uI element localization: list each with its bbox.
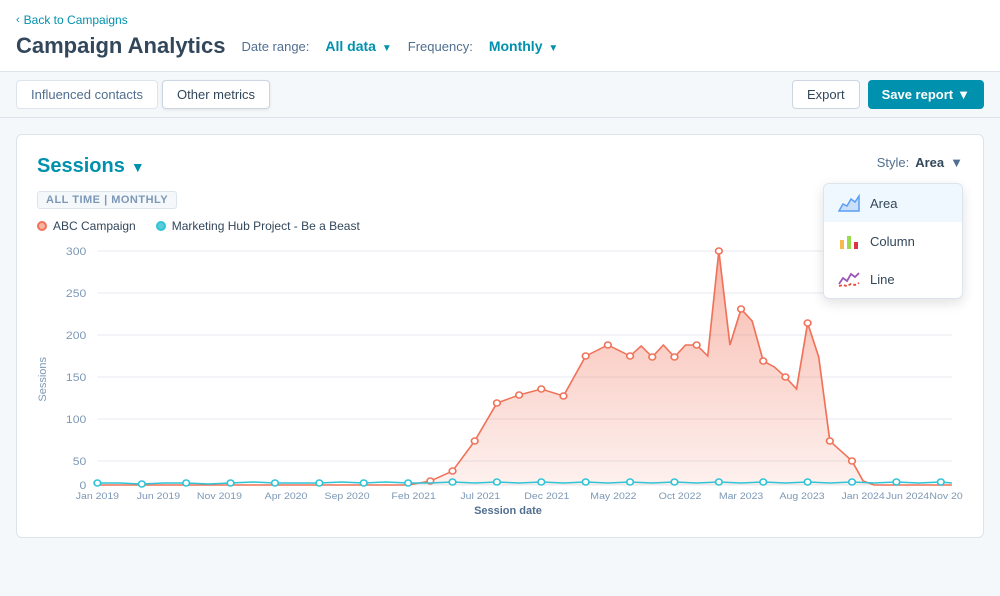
save-report-button[interactable]: Save report ▼	[868, 80, 984, 109]
style-option-area[interactable]: Area	[824, 184, 962, 222]
legend-dot-abc	[37, 221, 47, 231]
svg-text:200: 200	[66, 330, 86, 342]
tab-other-metrics[interactable]: Other metrics	[162, 80, 270, 109]
tab-bar: Influenced contacts Other metrics Export…	[0, 72, 1000, 118]
style-option-line[interactable]: Line	[824, 260, 962, 298]
svg-text:Mar 2023: Mar 2023	[719, 491, 764, 501]
area-chart-icon	[838, 194, 860, 212]
legend-dot-mhp	[156, 221, 166, 231]
column-chart-icon	[838, 232, 860, 250]
back-to-campaigns-link[interactable]: ‹ Back to Campaigns	[16, 13, 128, 27]
sessions-dropdown-icon: ▼	[131, 159, 145, 175]
legend-label-abc: ABC Campaign	[53, 219, 136, 233]
style-current-value: Area	[915, 155, 944, 170]
save-report-chevron-icon: ▼	[957, 87, 970, 102]
frequency-dropdown[interactable]: Monthly ▼	[489, 38, 558, 54]
svg-text:Dec 2021: Dec 2021	[524, 491, 569, 501]
svg-text:Nov 2024: Nov 2024	[929, 491, 963, 501]
title-row: Campaign Analytics Date range: All data …	[16, 33, 984, 59]
svg-text:150: 150	[66, 372, 86, 384]
svg-text:Apr 2020: Apr 2020	[265, 491, 308, 501]
svg-text:0: 0	[79, 480, 86, 492]
legend-label-mhp: Marketing Hub Project - Be a Beast	[172, 219, 360, 233]
tab-group: Influenced contacts Other metrics	[16, 80, 270, 109]
legend-item-mhp: Marketing Hub Project - Be a Beast	[156, 219, 360, 233]
export-button[interactable]: Export	[792, 80, 860, 109]
svg-text:300: 300	[66, 246, 86, 258]
date-range-label: Date range:	[241, 39, 309, 54]
top-bar: ‹ Back to Campaigns Campaign Analytics D…	[0, 0, 1000, 72]
sessions-title[interactable]: Sessions ▼	[37, 155, 145, 178]
svg-text:Feb 2021: Feb 2021	[391, 491, 436, 501]
style-dropdown-menu: Area Column	[823, 183, 963, 299]
frequency-chevron-icon: ▼	[548, 43, 558, 54]
svg-text:Jun 2024: Jun 2024	[886, 491, 930, 501]
svg-text:Aug 2023: Aug 2023	[780, 491, 826, 501]
chart-card: Sessions ▼ Style: Area ▼	[16, 134, 984, 538]
date-range-chevron-icon: ▼	[382, 43, 392, 54]
svg-text:Jul 2021: Jul 2021	[460, 491, 500, 501]
page-title: Campaign Analytics	[16, 33, 225, 59]
svg-text:Jun 2019: Jun 2019	[137, 491, 181, 501]
action-group: Export Save report ▼	[792, 80, 984, 109]
time-badge: ALL TIME | MONTHLY	[37, 191, 177, 209]
chart-header: Sessions ▼ Style: Area ▼	[37, 155, 963, 178]
style-selector[interactable]: Style: Area ▼	[877, 155, 963, 170]
svg-text:Sep 2020: Sep 2020	[325, 491, 371, 501]
line-chart-icon	[838, 270, 860, 288]
svg-text:100: 100	[66, 414, 86, 426]
back-chevron-icon: ‹	[16, 14, 20, 26]
frequency-label: Frequency:	[408, 39, 473, 54]
svg-text:May 2022: May 2022	[590, 491, 637, 501]
legend-item-abc: ABC Campaign	[37, 219, 136, 233]
svg-text:Jan 2019: Jan 2019	[76, 491, 120, 501]
x-axis-label: Session date	[53, 505, 963, 517]
back-label: Back to Campaigns	[24, 13, 128, 27]
main-content: Sessions ▼ Style: Area ▼	[0, 118, 1000, 554]
y-axis-label: Sessions	[37, 357, 49, 402]
tab-influenced-contacts[interactable]: Influenced contacts	[16, 80, 158, 109]
style-chevron-icon: ▼	[950, 155, 963, 170]
svg-text:Jan 2024: Jan 2024	[841, 491, 885, 501]
style-option-column[interactable]: Column	[824, 222, 962, 260]
svg-text:Oct 2022: Oct 2022	[659, 491, 702, 501]
svg-text:Nov 2019: Nov 2019	[197, 491, 242, 501]
svg-text:250: 250	[66, 288, 86, 300]
style-dropdown-area: Style: Area ▼ Area	[877, 155, 963, 170]
svg-text:50: 50	[73, 456, 87, 468]
date-range-dropdown[interactable]: All data ▼	[325, 38, 391, 54]
